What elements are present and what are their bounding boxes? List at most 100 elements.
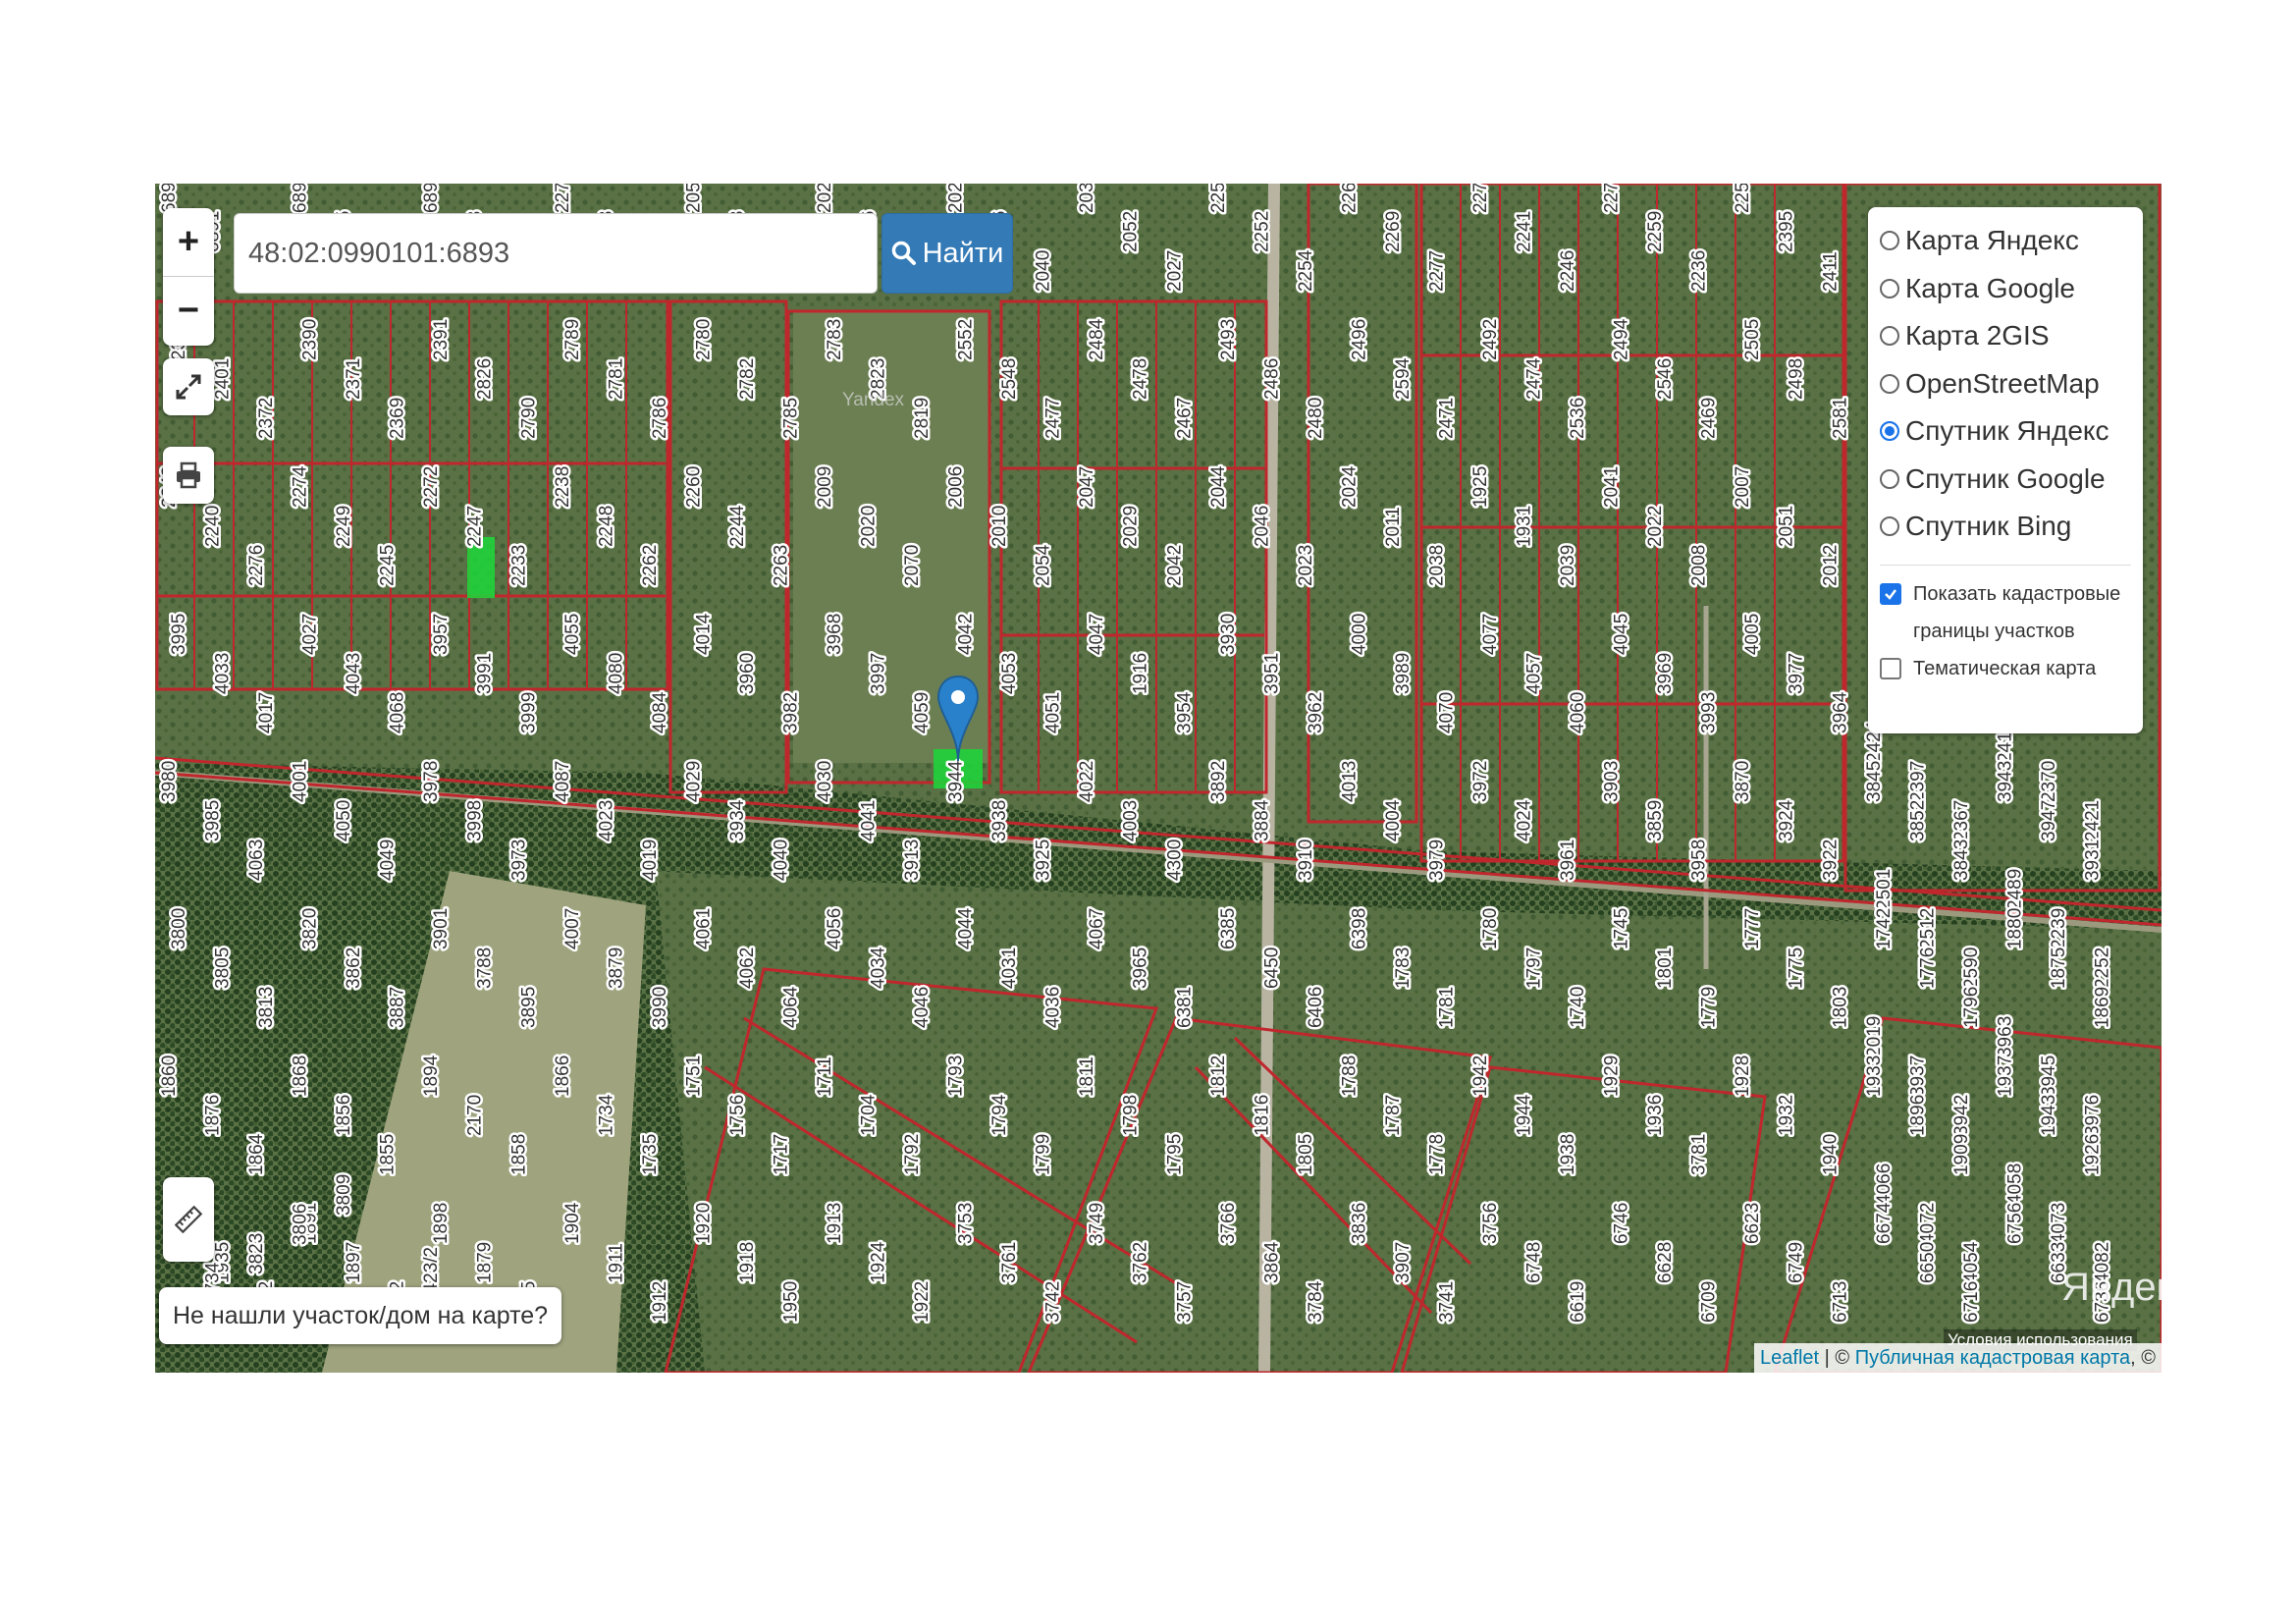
cadastral-search-input[interactable] (234, 213, 878, 294)
parcel-number-label[interactable]: 4061 (691, 905, 717, 951)
parcel-number-label[interactable]: 2783 (823, 316, 848, 362)
parcel-number-label[interactable]: 4029 (681, 758, 707, 804)
parcel-number-label[interactable]: 3852 (1905, 797, 1931, 843)
parcel-number-label[interactable]: 2019 (1861, 1013, 1887, 1059)
parcel-number-label[interactable]: 2494 (1609, 316, 1634, 363)
parcel-number-label[interactable]: 3784 (1303, 1278, 1328, 1326)
parcel-number-label[interactable]: 2397 (1905, 758, 1931, 804)
parcel-number-label[interactable]: 2480 (1303, 395, 1328, 441)
parcel-number-label[interactable]: 3954 (1172, 689, 1198, 736)
parcel-number-label[interactable]: 3823 (244, 1230, 270, 1276)
parcel-number-label[interactable]: 2478 (1128, 355, 1153, 402)
parcel-number-label[interactable]: 6619 (1566, 1278, 1591, 1325)
parcel-number-label[interactable]: 1950 (778, 1278, 804, 1325)
parcel-number-label[interactable]: 4045 (1609, 611, 1634, 657)
parcel-number-label[interactable]: 2512 (1915, 905, 1941, 951)
parcel-number-label[interactable]: 6381 (1172, 984, 1198, 1030)
parcel-number-label[interactable]: 2260 (681, 463, 707, 510)
parcel-number-label[interactable]: 3937 (1905, 1053, 1931, 1099)
parcel-number-label[interactable]: 3903 (1599, 758, 1625, 804)
parcel-number-label[interactable]: 4062 (734, 945, 760, 991)
parcel-number-label[interactable]: 4060 (1566, 689, 1591, 735)
parcel-number-label[interactable]: 2025 (813, 184, 838, 216)
parcel-number-label[interactable]: 6406 (1303, 984, 1328, 1030)
parcel-number-label[interactable]: 1816 (1250, 1092, 1275, 1138)
parcel-number-label[interactable]: 1933 (1861, 1053, 1887, 1099)
parcel-number-label[interactable]: 4067 (1085, 905, 1110, 951)
parcel-number-label[interactable]: 1777 (1740, 905, 1766, 951)
parcel-number-label[interactable]: 3945 (2036, 1053, 2061, 1099)
radio-button[interactable] (1880, 326, 1899, 347)
overlay-option[interactable]: Показать кадастровые границы участков (1880, 575, 2131, 650)
basemap-option[interactable]: Карта Яндекс (1880, 217, 2131, 265)
map-viewport[interactable]: 6898689168896894689568966890689360632279… (155, 184, 2162, 1373)
parcel-number-label[interactable]: 1925 (1468, 463, 1494, 510)
parcel-number-label[interactable]: 1787 (1380, 1092, 1406, 1138)
parcel-number-label[interactable]: 4087 (550, 758, 575, 804)
parcel-number-label[interactable]: 2022 (1643, 503, 1669, 549)
parcel-number-label[interactable]: 6623 (1740, 1200, 1766, 1246)
parcel-number-label[interactable]: 2785 (778, 395, 804, 441)
parcel-number-label[interactable]: 4051 (1041, 689, 1066, 735)
parcel-number-label[interactable]: 6398 (1347, 905, 1372, 951)
parcel-number-label[interactable]: 2265 (1337, 184, 1362, 216)
parcel-number-label[interactable]: 2819 (910, 395, 935, 441)
parcel-number-label[interactable]: 3965 (1128, 945, 1153, 991)
parcel-number-label[interactable]: 2278 (1599, 184, 1625, 216)
parcel-number-label[interactable]: 1928 (1731, 1053, 1756, 1099)
parcel-number-label[interactable]: 2246 (1556, 247, 1581, 294)
parcel-number-label[interactable]: 2052 (1118, 208, 1144, 254)
parcel-number-label[interactable]: 2474 (1522, 355, 1547, 403)
parcel-number-label[interactable]: 3753 (953, 1200, 979, 1246)
parcel-number-label[interactable]: 3901 (429, 905, 454, 951)
parcel-number-label[interactable]: 2275 (1468, 184, 1494, 216)
parcel-number-label[interactable]: 2411 (1818, 249, 1843, 295)
parcel-number-label[interactable]: 4056 (823, 905, 848, 951)
parcel-number-label[interactable]: 3845 (1861, 758, 1887, 804)
parcel-number-label[interactable]: 3884 (1250, 797, 1275, 844)
parcel-number-label[interactable]: 2248 (594, 503, 619, 549)
parcel-number-label[interactable]: 2492 (1478, 316, 1504, 362)
parcel-number-label[interactable]: 3766 (1215, 1200, 1241, 1246)
parcel-number-label[interactable]: 2395 (1774, 208, 1799, 254)
parcel-number-label[interactable]: 4063 (244, 837, 270, 883)
cadastre-link[interactable]: Публичная кадастровая карта (1855, 1347, 2130, 1370)
parcel-number-label[interactable]: 1926 (2080, 1131, 2106, 1177)
parcel-number-label[interactable]: 3800 (167, 905, 192, 951)
parcel-number-label[interactable]: 2781 (604, 355, 629, 402)
parcel-number-label[interactable]: 3781 (1686, 1131, 1712, 1177)
parcel-number-label[interactable]: 2054 (1031, 542, 1056, 589)
parcel-number-label[interactable]: 4300 (1162, 837, 1188, 883)
leaflet-link[interactable]: Leaflet (1760, 1347, 1819, 1370)
parcel-number-label[interactable]: 1944 (1512, 1092, 1537, 1139)
parcel-number-label[interactable]: 1913 (823, 1200, 848, 1246)
parcel-number-label[interactable]: 6716 (1958, 1278, 1984, 1325)
parcel-number-label[interactable]: 6385 (1215, 905, 1241, 951)
parcel-number-label[interactable]: 3813 (254, 984, 280, 1030)
parcel-number-label[interactable]: 2590 (1958, 945, 1984, 991)
parcel-number-label[interactable]: 1776 (1915, 945, 1941, 991)
parcel-number-label[interactable]: 1788 (1337, 1053, 1362, 1099)
parcel-number-label[interactable]: 2047 (1075, 463, 1100, 510)
parcel-number-label[interactable]: 2486 (1259, 355, 1285, 402)
parcel-number-label[interactable]: 2245 (375, 542, 400, 588)
parcel-number-label[interactable]: 6628 (1653, 1239, 1679, 1285)
parcel-number-label[interactable]: 1942 (1468, 1053, 1494, 1099)
parcel-number-label[interactable]: 4068 (385, 689, 410, 735)
parcel-number-label[interactable]: 3907 (1390, 1239, 1415, 1285)
parcel-number-label[interactable]: 1916 (1128, 650, 1153, 696)
parcel-number-label[interactable]: 3947 (2036, 797, 2061, 843)
parcel-number-label[interactable]: 1793 (943, 1053, 969, 1099)
parcel-number-label[interactable]: 1794 (988, 1092, 1013, 1139)
parcel-number-label[interactable]: 2258 (1731, 184, 1756, 216)
parcel-number-label[interactable]: 3989 (1390, 650, 1415, 696)
parcel-number-label[interactable]: 4005 (1740, 611, 1766, 657)
parcel-number-label[interactable]: 1911 (604, 1241, 629, 1286)
parcel-number-label[interactable]: 1797 (1522, 945, 1547, 991)
parcel-number-label[interactable]: 6894 (288, 184, 313, 216)
parcel-number-label[interactable]: 4027 (297, 611, 323, 657)
parcel-number-label[interactable]: 2263 (769, 542, 794, 588)
parcel-number-label[interactable]: 2369 (385, 395, 410, 441)
parcel-number-label[interactable]: 6713 (1828, 1278, 1853, 1325)
parcel-number-label[interactable]: 3962 (1303, 689, 1328, 735)
